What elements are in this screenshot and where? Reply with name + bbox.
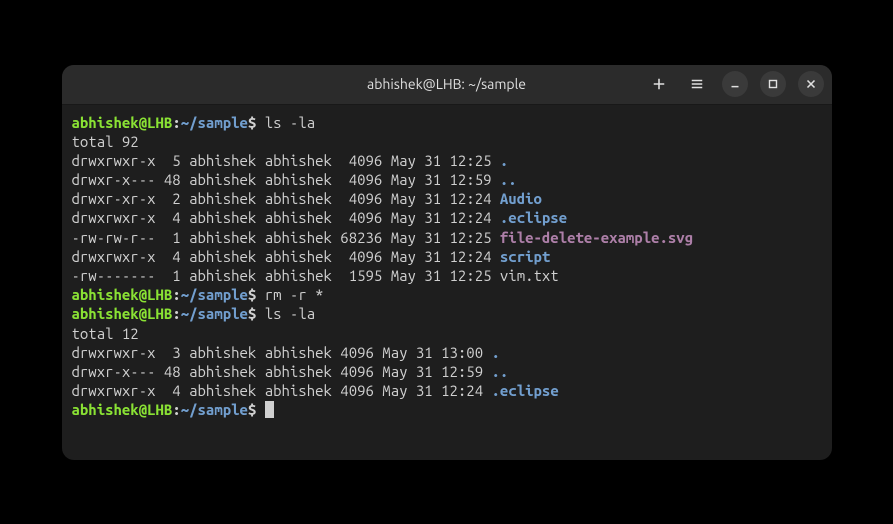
ls-filename: .eclipse xyxy=(500,209,567,226)
ls-filename: .eclipse xyxy=(492,382,559,399)
prompt-user-host: abhishek@LHB xyxy=(72,114,173,131)
ls-row-meta: -rw-rw-r-- 1 abhishek abhishek 68236 May… xyxy=(72,229,500,246)
prompt-separator: : xyxy=(172,305,180,322)
ls-row-meta: drwxrwxr-x 3 abhishek abhishek 4096 May … xyxy=(72,344,492,361)
close-button[interactable] xyxy=(798,71,824,97)
ls-total: total 92 xyxy=(72,133,139,150)
ls-row-meta: drwxr-xr-x 2 abhishek abhishek 4096 May … xyxy=(72,190,500,207)
prompt-separator: : xyxy=(172,286,180,303)
ls-filename: .. xyxy=(500,171,517,188)
window-title: abhishek@LHB: ~/sample xyxy=(367,76,526,92)
terminal-line: abhishek@LHB:~/sample$ xyxy=(72,400,822,419)
command-input: ls -la xyxy=(265,114,315,131)
maximize-button[interactable] xyxy=(760,71,786,97)
prompt-dollar: $ xyxy=(248,114,256,131)
terminal-body[interactable]: abhishek@LHB:~/sample$ ls -latotal 92drw… xyxy=(62,105,832,460)
ls-row-meta: drwxr-x--- 48 abhishek abhishek 4096 May… xyxy=(72,171,500,188)
ls-filename: Audio xyxy=(500,190,542,207)
terminal-line: drwxrwxr-x 4 abhishek abhishek 4096 May … xyxy=(72,381,822,400)
maximize-icon xyxy=(766,77,780,91)
ls-filename: vim.txt xyxy=(500,267,559,284)
menu-button[interactable] xyxy=(684,71,710,97)
prompt-path: ~/sample xyxy=(181,286,248,303)
terminal-line: -rw------- 1 abhishek abhishek 1595 May … xyxy=(72,266,822,285)
prompt-dollar: $ xyxy=(248,286,256,303)
ls-filename: .. xyxy=(492,363,509,380)
minimize-icon xyxy=(728,77,742,91)
ls-filename: script xyxy=(500,248,550,265)
prompt: abhishek@LHB:~/sample$ xyxy=(72,114,265,131)
prompt-user-host: abhishek@LHB xyxy=(72,286,173,303)
new-tab-button[interactable] xyxy=(646,71,672,97)
titlebar: abhishek@LHB: ~/sample xyxy=(62,65,832,105)
terminal-line: total 92 xyxy=(72,132,822,151)
terminal-window: abhishek@LHB: ~/sample abhishek@LHB:~/sa… xyxy=(62,65,832,460)
prompt: abhishek@LHB:~/sample$ xyxy=(72,286,265,303)
prompt-separator: : xyxy=(172,401,180,418)
terminal-line: drwxr-xr-x 2 abhishek abhishek 4096 May … xyxy=(72,189,822,208)
prompt: abhishek@LHB:~/sample$ xyxy=(72,401,265,418)
ls-row-meta: drwxrwxr-x 4 abhishek abhishek 4096 May … xyxy=(72,248,500,265)
terminal-line: abhishek@LHB:~/sample$ ls -la xyxy=(72,304,822,323)
terminal-line: abhishek@LHB:~/sample$ ls -la xyxy=(72,113,822,132)
prompt-separator: : xyxy=(172,114,180,131)
terminal-line: drwxr-x--- 48 abhishek abhishek 4096 May… xyxy=(72,170,822,189)
prompt-dollar: $ xyxy=(248,305,256,322)
command-input: rm -r * xyxy=(265,286,324,303)
hamburger-icon xyxy=(690,77,704,91)
prompt: abhishek@LHB:~/sample$ xyxy=(72,305,265,322)
prompt-dollar: $ xyxy=(248,401,256,418)
prompt-path: ~/sample xyxy=(181,401,248,418)
ls-total: total 12 xyxy=(72,325,139,342)
ls-row-meta: drwxrwxr-x 4 abhishek abhishek 4096 May … xyxy=(72,382,492,399)
ls-filename: file-delete-example.svg xyxy=(500,229,693,246)
ls-row-meta: drwxr-x--- 48 abhishek abhishek 4096 May… xyxy=(72,363,492,380)
ls-row-meta: drwxrwxr-x 4 abhishek abhishek 4096 May … xyxy=(72,209,500,226)
terminal-line: -rw-rw-r-- 1 abhishek abhishek 68236 May… xyxy=(72,228,822,247)
terminal-line: drwxrwxr-x 4 abhishek abhishek 4096 May … xyxy=(72,208,822,227)
terminal-line: drwxr-x--- 48 abhishek abhishek 4096 May… xyxy=(72,362,822,381)
terminal-line: drwxrwxr-x 3 abhishek abhishek 4096 May … xyxy=(72,343,822,362)
prompt-path: ~/sample xyxy=(181,114,248,131)
ls-filename: . xyxy=(492,344,500,361)
cursor xyxy=(265,401,274,418)
command-input: ls -la xyxy=(265,305,315,322)
prompt-path: ~/sample xyxy=(181,305,248,322)
prompt-user-host: abhishek@LHB xyxy=(72,401,173,418)
minimize-button[interactable] xyxy=(722,71,748,97)
terminal-line: abhishek@LHB:~/sample$ rm -r * xyxy=(72,285,822,304)
close-icon xyxy=(804,77,818,91)
terminal-line: drwxrwxr-x 5 abhishek abhishek 4096 May … xyxy=(72,151,822,170)
terminal-line: total 12 xyxy=(72,324,822,343)
ls-filename: . xyxy=(500,152,508,169)
plus-icon xyxy=(652,77,666,91)
terminal-line: drwxrwxr-x 4 abhishek abhishek 4096 May … xyxy=(72,247,822,266)
ls-row-meta: drwxrwxr-x 5 abhishek abhishek 4096 May … xyxy=(72,152,500,169)
prompt-user-host: abhishek@LHB xyxy=(72,305,173,322)
ls-row-meta: -rw------- 1 abhishek abhishek 1595 May … xyxy=(72,267,500,284)
